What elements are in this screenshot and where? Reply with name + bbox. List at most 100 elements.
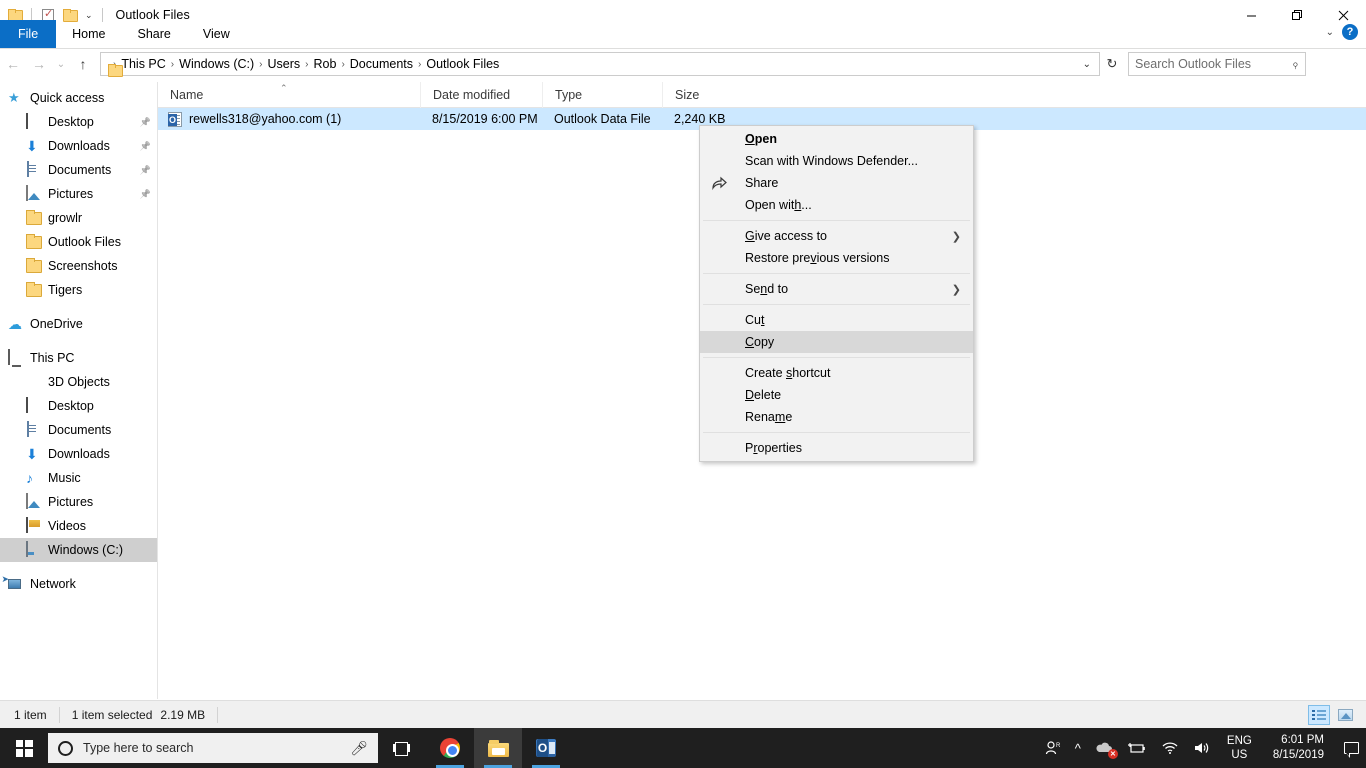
sidebar-item-growlr[interactable]: growlr: [0, 206, 157, 230]
breadcrumb-item-users[interactable]: Users: [264, 57, 305, 71]
menu-item-cut[interactable]: Cut: [700, 309, 973, 331]
outlook-icon: [536, 739, 556, 757]
action-center-button[interactable]: [1336, 728, 1366, 768]
menu-item-share[interactable]: Share: [700, 172, 973, 194]
menu-item-open[interactable]: Open: [700, 128, 973, 150]
search-icon[interactable]: ⌕: [1288, 56, 1303, 71]
refresh-button[interactable]: ↻: [1100, 56, 1124, 72]
sidebar-item-label: Outlook Files: [48, 235, 121, 249]
sidebar-item-label: Videos: [48, 519, 86, 533]
menu-item-give-access-to[interactable]: Give access to ❯: [700, 225, 973, 247]
share-icon: [711, 175, 727, 191]
sidebar-item-videos[interactable]: Videos: [0, 514, 157, 538]
column-header-name[interactable]: Name: [158, 82, 420, 108]
sidebar-item-onedrive[interactable]: ☁ OneDrive: [0, 312, 157, 336]
sidebar-item-outlook-files[interactable]: Outlook Files: [0, 230, 157, 254]
people-icon[interactable]: R: [1038, 728, 1068, 768]
help-button[interactable]: ?: [1342, 24, 1358, 40]
sidebar-item-pictures[interactable]: Pictures: [0, 490, 157, 514]
details-view-button[interactable]: [1308, 704, 1330, 725]
breadcrumb-item-windows-c[interactable]: Windows (C:): [175, 57, 258, 71]
language-indicator[interactable]: ENG US: [1218, 728, 1261, 768]
menu-item-create-shortcut[interactable]: Create shortcut: [700, 362, 973, 384]
column-header-size[interactable]: Size: [662, 81, 742, 108]
pin-icon[interactable]: 📌: [140, 165, 151, 176]
sidebar-item-screenshots[interactable]: Screenshots: [0, 254, 157, 278]
sidebar-item-windows-c[interactable]: Windows (C:): [0, 538, 157, 562]
recent-locations-button[interactable]: ⌄: [52, 51, 70, 77]
context-menu[interactable]: Open Scan with Windows Defender... Share Op…: [699, 125, 974, 462]
breadcrumb-item-rob[interactable]: Rob: [310, 57, 341, 71]
documents-icon: [26, 161, 42, 178]
sidebar-item-downloads[interactable]: ⬇ Downloads 📌: [0, 134, 157, 158]
sidebar-item-this-pc[interactable]: This PC: [0, 346, 157, 370]
sidebar-item-3d-objects[interactable]: 3D Objects: [0, 370, 157, 394]
outlook-taskbar-button[interactable]: [522, 728, 570, 768]
microphone-icon[interactable]: 🎤︎: [350, 740, 368, 757]
forward-button[interactable]: →: [26, 51, 52, 77]
taskbar-search-input[interactable]: Type here to search 🎤︎: [48, 733, 378, 763]
start-button[interactable]: [0, 728, 48, 768]
sidebar-item-downloads[interactable]: ⬇ Downloads: [0, 442, 157, 466]
menu-item-label: Send to: [745, 282, 789, 296]
qat-chevron-down-icon[interactable]: ⌄: [83, 10, 95, 21]
sidebar-item-documents[interactable]: Documents 📌: [0, 158, 157, 182]
pin-icon[interactable]: 📌: [140, 117, 151, 128]
menu-item-send-to[interactable]: Send to ❯: [700, 278, 973, 300]
menu-item-label: Cut: [745, 313, 765, 327]
onedrive-icon[interactable]: ✕: [1088, 728, 1120, 768]
sidebar-item-quick-access[interactable]: ★ Quick access: [0, 86, 157, 110]
ribbon-right-controls: ⌄ ?: [1326, 24, 1358, 40]
menu-item-restore-previous-versions[interactable]: Restore previous versions: [700, 247, 973, 269]
menu-item-scan-with-windows-defender[interactable]: Scan with Windows Defender...: [700, 150, 973, 172]
pin-icon[interactable]: 📌: [140, 141, 151, 152]
file-explorer-taskbar-button[interactable]: [474, 728, 522, 768]
menu-item-copy[interactable]: Copy: [700, 331, 973, 353]
show-hidden-icons-button[interactable]: ^: [1068, 728, 1088, 768]
sidebar-item-label: This PC: [30, 351, 75, 365]
ribbon-collapse-icon[interactable]: ⌄: [1326, 27, 1334, 38]
menu-item-delete[interactable]: Delete: [700, 384, 973, 406]
breadcrumb-item-documents[interactable]: Documents: [346, 57, 417, 71]
sidebar-item-label: OneDrive: [30, 317, 83, 331]
back-button[interactable]: ←: [0, 51, 26, 77]
clock[interactable]: 6:01 PM 8/15/2019: [1261, 728, 1336, 768]
submenu-arrow-icon: ❯: [951, 230, 961, 243]
menu-item-open-with[interactable]: Open with...: [700, 194, 973, 216]
sidebar-item-desktop[interactable]: Desktop: [0, 394, 157, 418]
task-view-icon: [393, 741, 411, 756]
tab-share[interactable]: Share: [122, 20, 187, 48]
tab-home[interactable]: Home: [56, 20, 121, 48]
battery-icon[interactable]: [1120, 728, 1154, 768]
chrome-taskbar-button[interactable]: [426, 728, 474, 768]
sidebar-item-music[interactable]: ♪ Music: [0, 466, 157, 490]
tab-file[interactable]: File: [0, 20, 57, 48]
column-header-date-modified[interactable]: Date modified: [420, 81, 542, 108]
column-header-type[interactable]: Type: [542, 81, 662, 108]
menu-item-rename[interactable]: Rename: [700, 406, 973, 428]
breadcrumb-item-outlook-files[interactable]: Outlook Files: [422, 57, 503, 71]
pin-icon[interactable]: 📌: [140, 189, 151, 200]
breadcrumb-item-this-pc[interactable]: This PC: [117, 57, 169, 71]
search-input[interactable]: Search Outlook Files ⌕: [1128, 52, 1306, 76]
tab-view[interactable]: View: [187, 20, 246, 48]
sidebar-item-desktop[interactable]: Desktop 📌: [0, 110, 157, 134]
navigation-pane[interactable]: ★ Quick access Desktop 📌 ⬇ Downloads 📌 Document…: [0, 82, 157, 699]
menu-item-properties[interactable]: Properties: [700, 437, 973, 459]
breadcrumb-dropdown-icon[interactable]: ⌄: [1083, 59, 1095, 70]
breadcrumb[interactable]: › This PC › Windows (C:) › Users › Rob ›…: [100, 52, 1100, 76]
sidebar-item-documents[interactable]: Documents: [0, 418, 157, 442]
menu-item-label: Delete: [745, 388, 782, 402]
task-view-button[interactable]: [378, 728, 426, 768]
sidebar-item-network[interactable]: Network: [0, 572, 157, 596]
up-button[interactable]: ↑: [70, 51, 96, 77]
menu-item-label: Open with...: [745, 198, 812, 212]
large-icons-view-button[interactable]: [1334, 705, 1356, 725]
wifi-icon[interactable]: [1154, 728, 1186, 768]
file-name-cell[interactable]: rewells318@yahoo.com (1): [158, 108, 420, 130]
sidebar-item-tigers[interactable]: Tigers: [0, 278, 157, 302]
menu-separator: [703, 273, 970, 274]
network-icon: [8, 576, 24, 592]
volume-icon[interactable]: [1186, 728, 1218, 768]
sidebar-item-pictures[interactable]: Pictures 📌: [0, 182, 157, 206]
